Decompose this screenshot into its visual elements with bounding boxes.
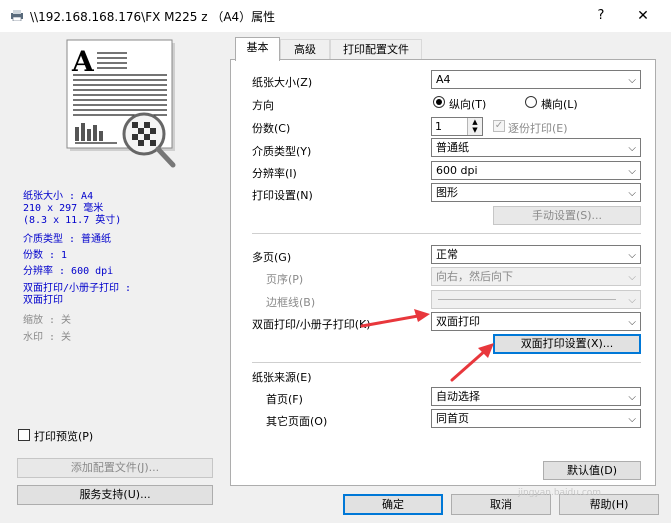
duplex-settings-button[interactable]: 双面打印设置(X)... [493, 334, 641, 354]
summary-duplex-value: 双面打印 [23, 295, 63, 306]
copies-stepper[interactable]: 1 ▲ ▼ [431, 117, 483, 136]
summary-scaling: 缩放 : 关 [23, 315, 72, 326]
portrait-label: 纵向(T) [449, 98, 487, 111]
print-settings-label: 打印设置(N) [252, 189, 313, 202]
border-line-sample [438, 299, 616, 300]
first-page-select[interactable]: 自动选择 ⌵ [431, 387, 641, 406]
chevron-down-icon: ⌵ [628, 75, 636, 86]
first-page-label: 首页(F) [266, 393, 303, 406]
summary-watermark: 水印 : 关 [23, 332, 72, 343]
summary-paper-size: 纸张大小 : A4 [23, 191, 94, 202]
default-button[interactable]: 默认值(D) [543, 461, 641, 480]
ok-button[interactable]: 确定 [343, 494, 443, 515]
section-divider [252, 233, 641, 234]
multipage-label: 多页(G) [252, 251, 292, 264]
paper-size-label: 纸张大小(Z) [252, 76, 313, 89]
resolution-value: 600 dpi [436, 164, 478, 177]
page-preview-image: A [66, 39, 176, 168]
chevron-down-icon: ⌵ [628, 414, 636, 425]
multipage-select[interactable]: 正常 ⌵ [431, 245, 641, 264]
paper-size-select[interactable]: A4 ⌵ [431, 70, 641, 89]
section-divider [252, 362, 641, 363]
window-title: \\192.168.168.176\FX M225 z （A4）属性 [30, 10, 276, 24]
annotation-arrow-icon [450, 343, 494, 382]
media-type-value: 普通纸 [436, 141, 469, 154]
printer-icon [11, 10, 23, 21]
collate-label: 逐份打印(E) [508, 122, 568, 135]
duplex-select[interactable]: 双面打印 ⌵ [431, 312, 641, 331]
chevron-down-icon: ⌵ [628, 188, 636, 199]
support-button[interactable]: 服务支持(U)... [17, 485, 213, 505]
print-preview-checkbox[interactable] [18, 429, 30, 441]
summary-duplex: 双面打印/小册子打印 : [23, 283, 132, 294]
multipage-value: 正常 [436, 248, 458, 261]
paper-source-label: 纸张来源(E) [252, 371, 312, 384]
summary-media-type: 介质类型 : 普通纸 [23, 234, 112, 245]
other-pages-label: 其它页面(O) [266, 415, 328, 428]
page-order-label: 页序(P) [266, 273, 304, 286]
chevron-down-icon: ⌵ [628, 250, 636, 261]
help-icon[interactable]: ? [590, 6, 612, 26]
collate-checkbox[interactable]: ✓ [493, 120, 505, 132]
summary-resolution: 分辨率 : 600 dpi [23, 266, 114, 277]
resolution-label: 分辨率(I) [252, 167, 297, 180]
chevron-down-icon: ⌵ [628, 143, 636, 154]
manual-settings-button[interactable]: 手动设置(S)... [493, 206, 641, 225]
border-line-label: 边框线(B) [266, 296, 316, 309]
border-line-select[interactable]: ⌵ [431, 290, 641, 309]
media-type-label: 介质类型(Y) [252, 145, 312, 158]
add-profile-button[interactable]: 添加配置文件(J)... [17, 458, 213, 478]
portrait-radio[interactable] [433, 96, 445, 108]
chevron-down-icon: ⌵ [628, 166, 636, 177]
other-pages-select[interactable]: 同首页 ⌵ [431, 409, 641, 428]
landscape-radio[interactable] [525, 96, 537, 108]
summary-dimensions-in: (8.3 x 11.7 英寸) [23, 215, 122, 226]
landscape-label: 横向(L) [541, 98, 578, 111]
print-settings-value: 图形 [436, 186, 458, 199]
annotation-arrow-icon [360, 309, 430, 328]
other-pages-value: 同首页 [436, 412, 469, 425]
chevron-down-icon: ⌵ [628, 272, 636, 283]
chevron-down-icon: ⌵ [628, 295, 636, 306]
watermark-text: jingyan.baidu.com [518, 488, 602, 498]
spinner-icon[interactable]: ▲ ▼ [467, 118, 482, 135]
tab-basic[interactable]: 基本 [235, 37, 280, 61]
close-icon[interactable]: ✕ [632, 6, 654, 26]
svg-text:A: A [71, 45, 95, 78]
print-settings-select[interactable]: 图形 ⌵ [431, 183, 641, 202]
tab-advanced[interactable]: 高级 [280, 39, 330, 61]
page-order-value: 向右，然后向下 [436, 270, 513, 283]
chevron-down-icon: ⌵ [628, 317, 636, 328]
tab-print-profiles[interactable]: 打印配置文件 [330, 39, 422, 61]
duplex-value: 双面打印 [436, 315, 480, 328]
resolution-select[interactable]: 600 dpi ⌵ [431, 161, 641, 180]
summary-dimensions-mm: 210 x 297 毫米 [23, 203, 104, 214]
print-preview-label: 打印预览(P) [34, 430, 94, 443]
duplex-label: 双面打印/小册子打印(K) [252, 318, 371, 331]
copies-value: 1 [435, 120, 442, 133]
media-type-select[interactable]: 普通纸 ⌵ [431, 138, 641, 157]
summary-copies: 份数 : 1 [23, 250, 68, 261]
chevron-down-icon: ⌵ [628, 392, 636, 403]
copies-label: 份数(C) [252, 122, 291, 135]
paper-size-value: A4 [436, 73, 451, 86]
orientation-label: 方向 [252, 99, 274, 112]
first-page-value: 自动选择 [436, 390, 480, 403]
page-order-select[interactable]: 向右，然后向下 ⌵ [431, 267, 641, 286]
